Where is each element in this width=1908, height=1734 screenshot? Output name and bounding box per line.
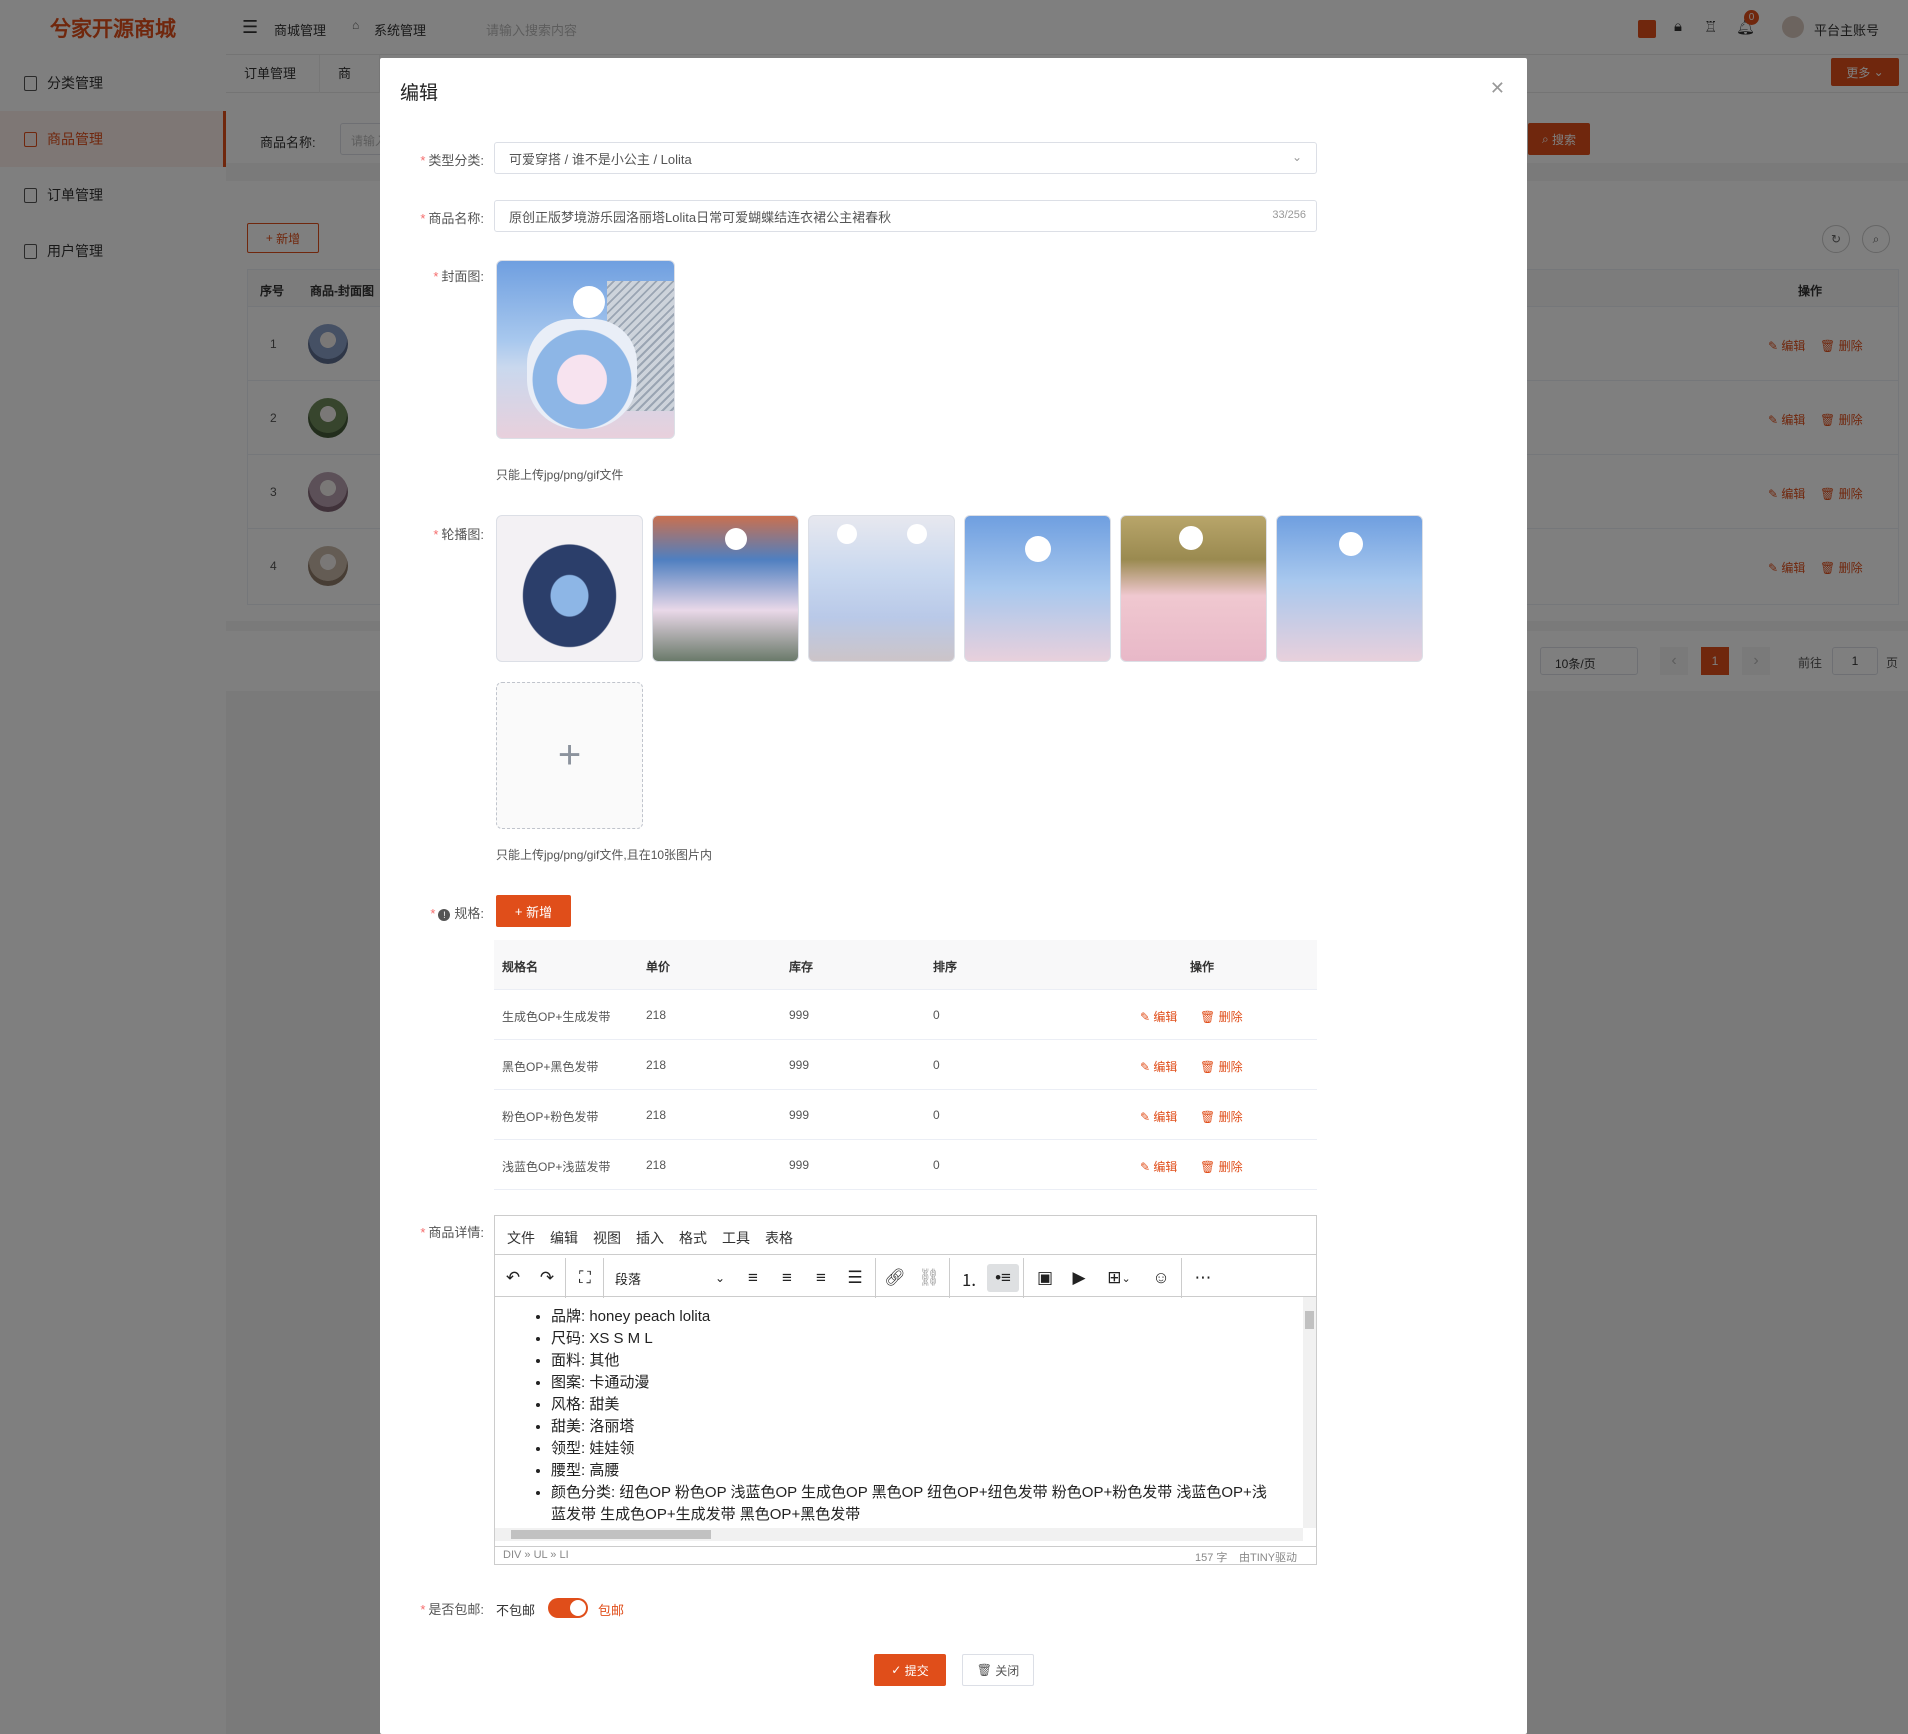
editor-statusbar: DIV » UL » LI 157 字 由TINY驱动 xyxy=(495,1546,1316,1564)
edit-spec-link[interactable]: ✎ 编辑 xyxy=(1140,1008,1177,1025)
submit-button[interactable]: ✓ 提交 xyxy=(874,1654,946,1686)
table-icon[interactable]: ⊞ ⌄ xyxy=(1097,1264,1141,1292)
delete-spec-link[interactable]: 🗑︎ 删除 xyxy=(1200,1008,1243,1025)
edit-spec-link[interactable]: ✎ 编辑 xyxy=(1140,1158,1177,1175)
bullet-list-icon[interactable]: •≡ xyxy=(987,1264,1019,1292)
more-icon[interactable]: ⋯ xyxy=(1187,1264,1219,1292)
editor-menu-table[interactable]: 表格 xyxy=(765,1228,793,1248)
edit-spec-link[interactable]: ✎ 编辑 xyxy=(1140,1108,1177,1125)
media-icon[interactable]: ▶ xyxy=(1063,1264,1095,1292)
carousel-image-4[interactable] xyxy=(964,515,1111,662)
editor-menu-edit[interactable]: 编辑 xyxy=(550,1228,578,1248)
info-icon: ! xyxy=(438,909,451,921)
category-cascader[interactable]: 可爱穿搭 / 谁不是小公主 / Lolita ⌄ xyxy=(494,142,1317,174)
align-right-icon[interactable]: ≡ xyxy=(805,1264,837,1292)
delete-spec-link[interactable]: 🗑︎ 删除 xyxy=(1200,1058,1243,1075)
element-path: DIV » UL » LI xyxy=(503,1549,569,1561)
spec-label: *! 规格: xyxy=(430,906,484,921)
category-label: * 类型分类: xyxy=(420,153,484,168)
fullscreen-icon[interactable]: ⛶ xyxy=(569,1264,601,1292)
cover-image[interactable] xyxy=(496,260,675,439)
delete-spec-link[interactable]: 🗑︎ 删除 xyxy=(1200,1158,1243,1175)
detail-bullet-list: 品牌: honey peach lolita尺码: XS S M L面料: 其他… xyxy=(551,1306,1281,1526)
cover-label: * 封面图: xyxy=(433,269,484,284)
ordered-list-icon[interactable]: ⒈ xyxy=(953,1264,985,1292)
align-left-icon[interactable]: ≡ xyxy=(737,1264,769,1292)
carousel-image-5[interactable] xyxy=(1120,515,1267,662)
detail-bullet-item: 领型: 娃娃领 xyxy=(551,1438,1281,1460)
detail-bullet-item: 品牌: honey peach lolita xyxy=(551,1306,1281,1328)
word-count: 157 字 xyxy=(1195,1552,1228,1564)
image-icon[interactable]: ▣ xyxy=(1029,1264,1061,1292)
column-header: 排序 xyxy=(933,960,958,974)
char-counter: 33/256 xyxy=(1272,209,1306,221)
editor-menu-format[interactable]: 格式 xyxy=(679,1228,707,1248)
carousel-image-2[interactable] xyxy=(652,515,799,662)
align-justify-icon[interactable]: ☰ xyxy=(839,1264,871,1292)
detail-bullet-item: 腰型: 高腰 xyxy=(551,1460,1281,1482)
editor-vscrollbar[interactable] xyxy=(1303,1297,1316,1528)
link-icon[interactable]: 🔗︎ xyxy=(879,1264,911,1292)
dialog-title: 编辑 xyxy=(400,83,439,104)
column-header: 单价 xyxy=(646,960,671,974)
block-format-select[interactable]: 段落 ⌄ xyxy=(607,1264,733,1292)
chevron-down-icon: ⌄ xyxy=(1291,150,1302,164)
carousel-image-3[interactable] xyxy=(808,515,955,662)
emoji-icon[interactable]: ☺ xyxy=(1145,1264,1177,1292)
close-button[interactable]: 🗑︎ 关闭 xyxy=(962,1654,1034,1686)
undo-icon[interactable]: ↶ xyxy=(497,1264,529,1292)
editor-menu-view[interactable]: 视图 xyxy=(593,1228,621,1248)
spec-row: 浅蓝色OP+浅蓝发带 218 999 0 ✎ 编辑 🗑︎ 删除 xyxy=(502,1158,1243,1175)
editor-hscrollbar[interactable] xyxy=(495,1528,1303,1541)
detail-bullet-item: 颜色分类: 纽色OP 粉色OP 浅蓝色OP 生成色OP 黑色OP 纽色OP+纽色… xyxy=(551,1482,1281,1526)
carousel-label: * 轮播图: xyxy=(433,527,484,542)
column-header: 规格名 xyxy=(502,960,539,974)
detail-bullet-item: 风格: 甜美 xyxy=(551,1394,1281,1416)
shipping-toggle[interactable] xyxy=(548,1598,588,1618)
add-spec-button[interactable]: + 新增 xyxy=(496,895,571,927)
detail-bullet-item: 尺码: XS S M L xyxy=(551,1328,1281,1350)
redo-icon[interactable]: ↷ xyxy=(531,1264,563,1292)
spec-table-header: 规格名 单价 库存 排序 操作 xyxy=(494,940,1317,990)
detail-label: * 商品详情: xyxy=(420,1225,484,1240)
detail-bullet-item: 图案: 卡通动漫 xyxy=(551,1372,1281,1394)
delete-spec-link[interactable]: 🗑︎ 删除 xyxy=(1200,1108,1243,1125)
goods-name-label: * 商品名称: xyxy=(420,211,484,226)
shipping-label: * 是否包邮: xyxy=(420,1602,484,1617)
column-header: 操作 xyxy=(1190,960,1215,974)
spec-row: 粉色OP+粉色发带 218 999 0 ✎ 编辑 🗑︎ 删除 xyxy=(502,1108,1243,1125)
unlink-icon[interactable]: ⛓︎ xyxy=(913,1264,945,1292)
column-header: 库存 xyxy=(789,960,814,974)
edit-spec-link[interactable]: ✎ 编辑 xyxy=(1140,1058,1177,1075)
detail-bullet-item: 面料: 其他 xyxy=(551,1350,1281,1372)
edit-dialog: 编辑 ✕ * 类型分类: 可爱穿搭 / 谁不是小公主 / Lolita ⌄ * 商品名… xyxy=(380,58,1527,1734)
cover-hint: 只能上传jpg/png/gif文件 xyxy=(496,468,624,482)
shipping-on-label[interactable]: 包邮 xyxy=(598,1600,624,1619)
detail-bullet-item: 甜美: 洛丽塔 xyxy=(551,1416,1281,1438)
editor-menu-insert[interactable]: 插入 xyxy=(636,1228,664,1248)
close-icon[interactable]: ✕ xyxy=(1490,78,1505,99)
goods-name-input[interactable]: 原创正版梦境游乐园洛丽塔Lolita日常可爱蝴蝶结连衣裙公主裙春秋 33/256 xyxy=(494,200,1317,232)
rich-text-editor: 文件 编辑 视图 插入 格式 工具 表格 ↶ ↷ ⛶ 段落 ⌄ ≡ ≡ ≡ ☰ 🔗… xyxy=(494,1215,1317,1565)
editor-menu-tools[interactable]: 工具 xyxy=(722,1228,750,1248)
carousel-upload-button[interactable]: + xyxy=(496,682,643,829)
align-center-icon[interactable]: ≡ xyxy=(771,1264,803,1292)
editor-menu-file[interactable]: 文件 xyxy=(507,1228,535,1248)
spec-row: 黑色OP+黑色发带 218 999 0 ✎ 编辑 🗑︎ 删除 xyxy=(502,1058,1243,1075)
powered-by[interactable]: 由TINY驱动 xyxy=(1239,1549,1297,1565)
carousel-image-1[interactable] xyxy=(496,515,643,662)
carousel-image-6[interactable] xyxy=(1276,515,1423,662)
editor-content[interactable]: 品牌: honey peach lolita尺码: XS S M L面料: 其他… xyxy=(495,1296,1303,1536)
carousel-hint: 只能上传jpg/png/gif文件,且在10张图片内 xyxy=(496,848,713,862)
spec-row: 生成色OP+生成发带 218 999 0 ✎ 编辑 🗑︎ 删除 xyxy=(502,1008,1243,1025)
shipping-off-label[interactable]: 不包邮 xyxy=(496,1600,535,1619)
